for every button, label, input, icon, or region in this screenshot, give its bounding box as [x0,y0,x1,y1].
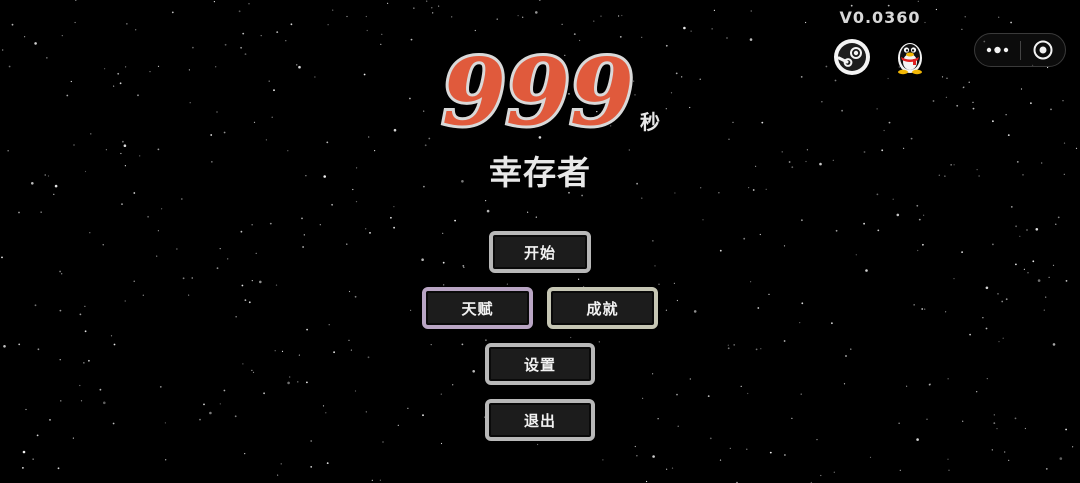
exit-button[interactable]: 退出 [485,399,595,441]
logo-number: 999 [442,50,634,135]
settings-button[interactable]: 设置 [485,343,595,385]
game-logo: 999 [440,50,637,135]
target-circle-icon[interactable] [1021,34,1066,66]
more-dots-icon[interactable] [975,34,1020,66]
achievement-button[interactable]: 成就 [547,287,658,329]
logo-unit: 秒 [640,110,660,134]
talent-button[interactable]: 天赋 [422,287,533,329]
version-label: V0.0360 [839,8,921,27]
game-title: 幸存者 [489,153,591,192]
start-button[interactable]: 开始 [489,231,591,273]
mini-program-capsule [974,33,1066,67]
qq-penguin-icon[interactable] [890,37,930,77]
steam-icon[interactable] [834,39,870,75]
